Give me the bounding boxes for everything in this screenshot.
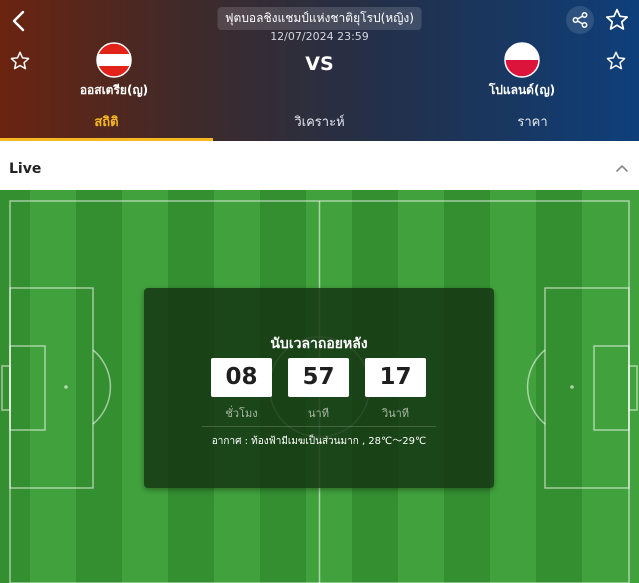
countdown-minutes: 57 bbox=[288, 358, 349, 397]
league-name[interactable]: ฟุตบอลชิงแชมป์แห่งชาติยุโรป(หญิง) bbox=[217, 7, 422, 30]
live-section-header[interactable]: Live bbox=[0, 149, 639, 190]
share-icon bbox=[572, 12, 588, 28]
poland-flag-icon bbox=[504, 42, 540, 78]
match-header: ฟุตบอลชิงแชมป์แห่งชาติยุโรป(หญิง) 12/07/… bbox=[0, 0, 639, 141]
countdown-divider bbox=[202, 426, 436, 427]
favorite-match-button[interactable] bbox=[604, 7, 630, 33]
home-team-name: ออสเตรีย(ญ) bbox=[79, 83, 149, 97]
away-team[interactable]: โปแลนด์(ญ) bbox=[452, 42, 592, 100]
active-tab-indicator bbox=[0, 138, 213, 141]
countdown-title: นับเวลาถอยหลัง bbox=[270, 336, 368, 352]
tab-stats[interactable]: สถิติ bbox=[0, 104, 213, 141]
tab-odds[interactable]: ราคา bbox=[426, 104, 639, 141]
star-outline-icon bbox=[605, 8, 629, 30]
countdown-minutes-label: นาที bbox=[308, 407, 329, 420]
tab-analysis-label: วิเคราะห์ bbox=[294, 115, 345, 130]
countdown-seconds-label: วินาที bbox=[381, 407, 410, 420]
countdown-hours: 08 bbox=[211, 358, 272, 397]
live-title: Live bbox=[9, 161, 42, 177]
collapse-button[interactable] bbox=[613, 161, 631, 177]
match-tabs: สถิติ วิเคราะห์ ราคา bbox=[0, 104, 639, 141]
chevron-up-icon bbox=[616, 165, 628, 172]
share-button[interactable] bbox=[566, 6, 594, 34]
countdown-seconds: 17 bbox=[365, 358, 426, 397]
countdown-card: นับเวลาถอยหลัง 08 57 17 ชั่วโมง นาที วิน… bbox=[144, 288, 494, 488]
tab-analysis[interactable]: วิเคราะห์ bbox=[213, 104, 426, 141]
away-team-name: โปแลนด์(ญ) bbox=[488, 83, 556, 97]
countdown-hours-label: ชั่วโมง bbox=[225, 407, 258, 420]
tab-odds-label: ราคา bbox=[517, 115, 548, 130]
tab-stats-label: สถิติ bbox=[94, 115, 119, 130]
weather-info: อากาศ : ท้องฟ้ามีเมฆเป็นส่วนมาก , 28℃～29… bbox=[211, 436, 427, 447]
